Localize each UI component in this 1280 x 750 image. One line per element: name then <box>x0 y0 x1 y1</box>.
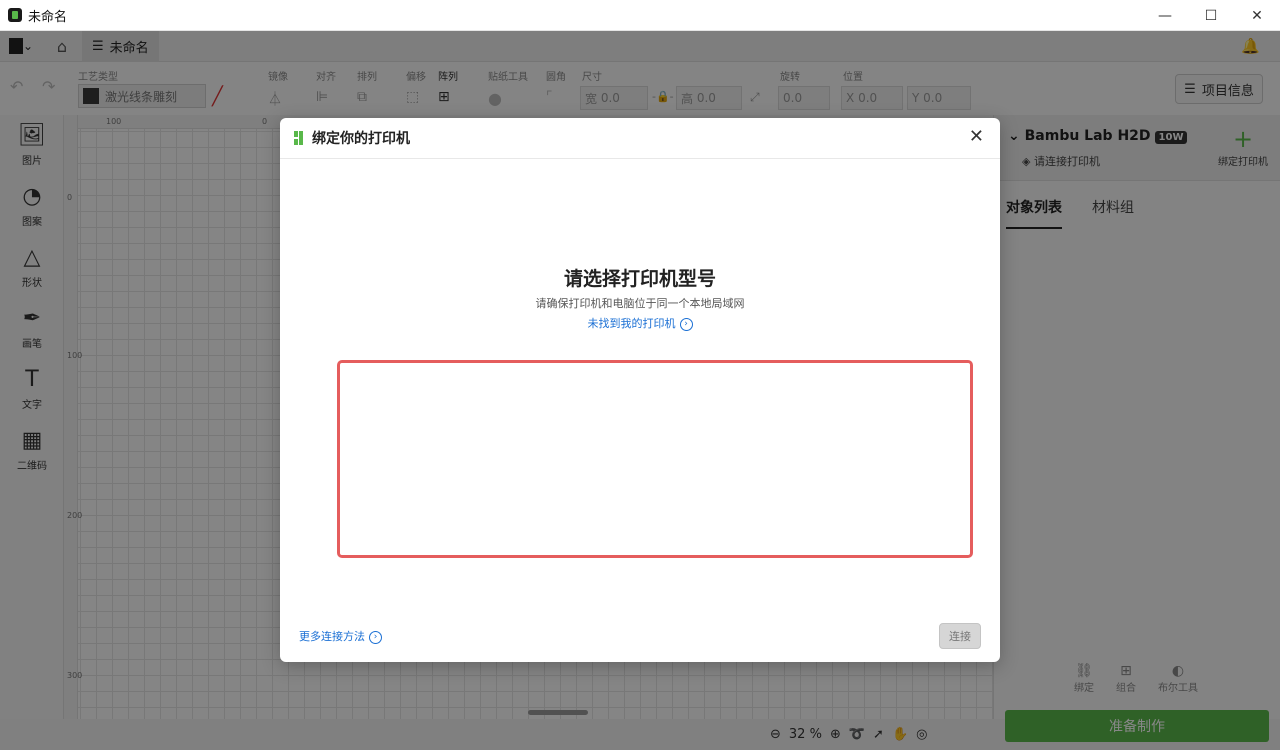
printer-not-found-link[interactable]: 未找到我的打印机 › <box>280 315 1000 331</box>
close-icon: ✕ <box>968 126 984 147</box>
bind-printer-dialog: 绑定你的打印机 ✕ 请选择打印机型号 请确保打印机和电脑位于同一个本地局域网 未… <box>280 118 1000 662</box>
dialog-close-button[interactable]: ✕ <box>969 127 984 147</box>
chevron-right-circle-icon: › <box>369 630 382 644</box>
maximize-button[interactable]: ☐ <box>1188 0 1234 31</box>
printer-model-list[interactable] <box>337 360 973 558</box>
dialog-subtitle: 请确保打印机和电脑位于同一个本地局域网 <box>535 297 745 310</box>
close-window-button[interactable]: ✕ <box>1234 0 1280 31</box>
dialog-heading: 请选择打印机型号 <box>563 268 716 290</box>
bambu-logo-icon <box>294 131 304 145</box>
window-controls: — ☐ ✕ <box>1142 0 1280 31</box>
window-title: 未命名 <box>28 9 68 25</box>
window-titlebar: 未命名 — ☐ ✕ <box>0 0 1280 31</box>
dialog-header: 绑定你的打印机 ✕ <box>280 118 1000 159</box>
dialog-title: 绑定你的打印机 <box>312 131 410 147</box>
more-methods-label: 更多连接方法 <box>299 630 365 643</box>
printer-not-found-label: 未找到我的打印机 <box>587 317 676 330</box>
connect-button[interactable]: 连接 <box>939 623 981 649</box>
more-connection-methods-link[interactable]: 更多连接方法 › <box>299 628 382 644</box>
minimize-button[interactable]: — <box>1142 0 1188 31</box>
app-logo-icon <box>8 8 22 22</box>
chevron-right-circle-icon: › <box>679 317 693 331</box>
